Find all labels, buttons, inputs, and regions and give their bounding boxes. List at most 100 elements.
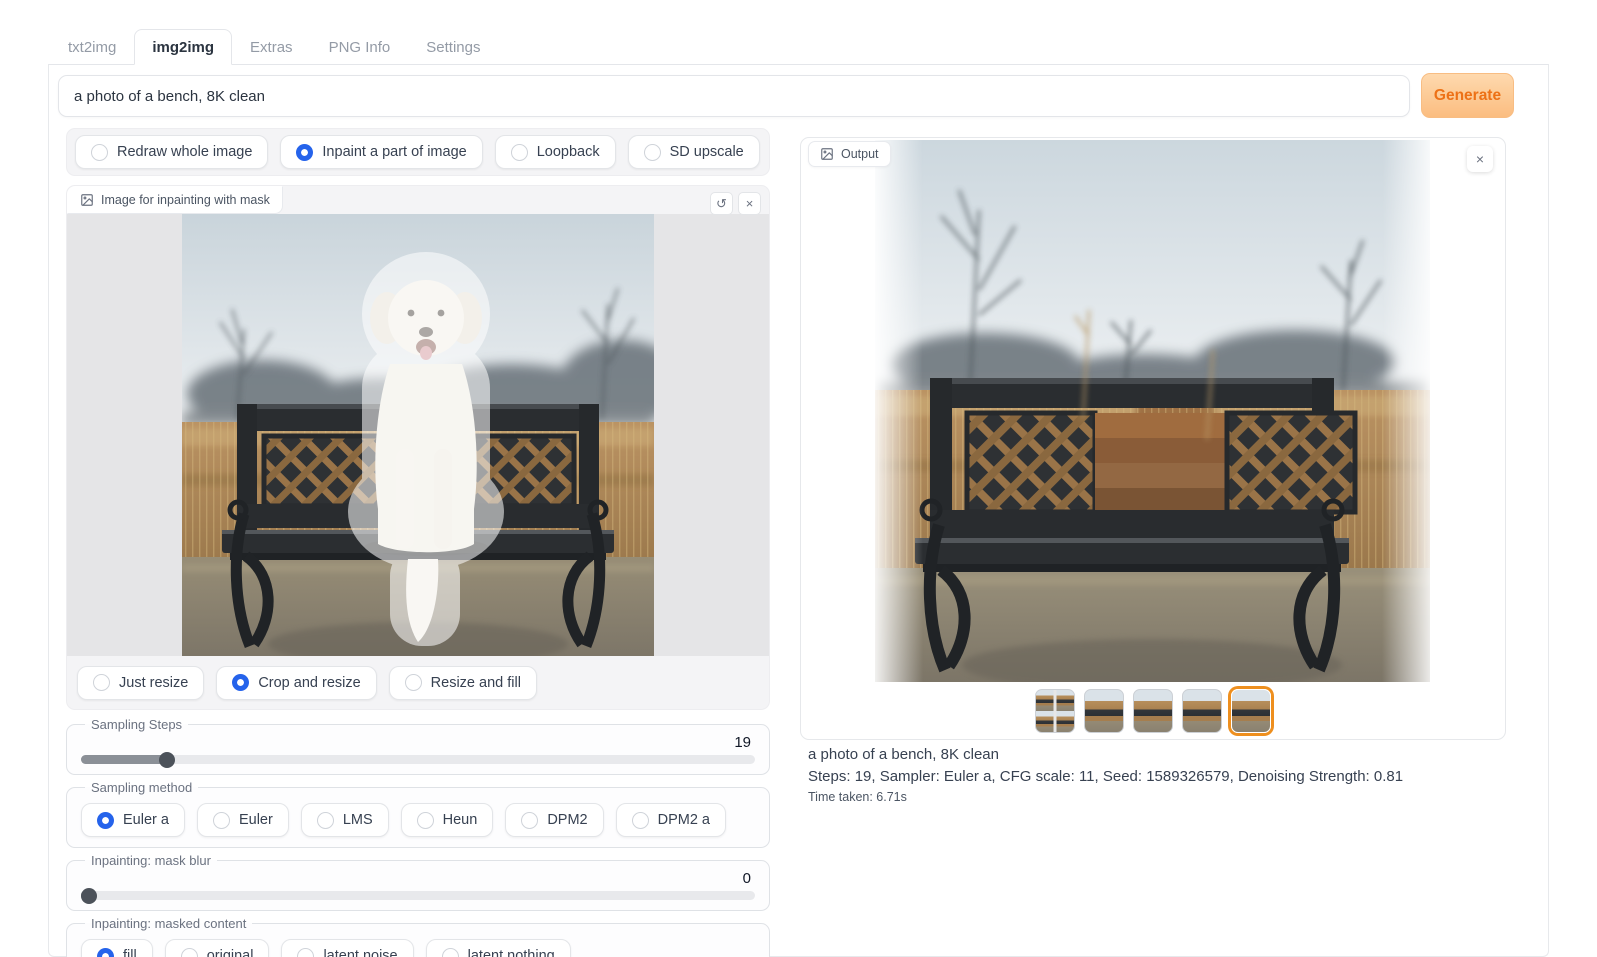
thumbnail-grid[interactable] [1035, 689, 1075, 733]
radio-icon [521, 812, 538, 829]
image-icon [820, 147, 834, 161]
tab-txt2img[interactable]: txt2img [50, 29, 134, 65]
masked-content-option-original[interactable]: original [165, 939, 270, 957]
img2img-mode-group: Redraw whole image Inpaint a part of ima… [66, 128, 770, 176]
resize-option-label: Resize and fill [431, 675, 521, 691]
output-thumbnail-row [1035, 689, 1271, 733]
image-icon [80, 193, 94, 207]
thumbnail-2[interactable] [1133, 689, 1173, 733]
slider-handle[interactable] [159, 752, 175, 768]
masked-content-option-label: latent noise [323, 948, 397, 957]
resize-option-just-resize[interactable]: Just resize [77, 666, 204, 700]
radio-icon [644, 144, 661, 161]
sampler-option-label: DPM2 [547, 812, 587, 828]
masked-content-option-latent-nothing[interactable]: latent nothing [426, 939, 571, 957]
mode-option-redraw-whole-image[interactable]: Redraw whole image [75, 135, 268, 169]
output-panel-header: Output [808, 141, 891, 167]
radio-icon [297, 948, 314, 957]
masked-content-option-fill[interactable]: fill [81, 939, 153, 957]
radio-selected-icon [97, 948, 114, 957]
radio-icon [91, 144, 108, 161]
masked-content-label: Inpainting: masked content [85, 916, 252, 931]
radio-icon [511, 144, 528, 161]
radio-icon [417, 812, 434, 829]
slider-handle[interactable] [81, 888, 97, 904]
inpaint-image-panel: Image for inpainting with mask ↺ × [66, 185, 770, 710]
mode-option-inpaint-part[interactable]: Inpaint a part of image [280, 135, 482, 169]
sampling-steps-slider[interactable] [81, 755, 755, 764]
sampler-option-heun[interactable]: Heun [401, 803, 494, 837]
close-icon[interactable]: × [738, 192, 761, 215]
sampling-steps-group: Sampling Steps 19 [66, 717, 770, 775]
inpaint-image-label: Image for inpainting with mask [101, 193, 270, 207]
sd-webui-app: txt2img img2img Extras PNG Info Settings… [0, 0, 1597, 957]
undo-icon[interactable]: ↺ [710, 192, 733, 215]
sampling-method-group: Sampling method Euler a Euler LMS Heun [66, 780, 770, 848]
radio-icon [317, 812, 334, 829]
close-icon[interactable]: × [1467, 146, 1493, 172]
tab-extras[interactable]: Extras [232, 29, 311, 65]
radio-icon [405, 674, 422, 691]
sampler-option-dpm2[interactable]: DPM2 [505, 803, 603, 837]
resize-option-crop-and-resize[interactable]: Crop and resize [216, 666, 376, 700]
thumbnail-4-selected[interactable] [1231, 689, 1271, 733]
generation-prompt-text: a photo of a bench, 8K clean [808, 746, 1508, 763]
mask-blur-label: Inpainting: mask blur [85, 853, 217, 868]
tab-png-info[interactable]: PNG Info [311, 29, 409, 65]
inpaint-image-tools: ↺ × [710, 192, 761, 215]
resize-mode-group: Just resize Crop and resize Resize and f… [67, 656, 769, 709]
thumbnail-3[interactable] [1182, 689, 1222, 733]
mode-option-label: Inpaint a part of image [322, 144, 466, 160]
tab-settings[interactable]: Settings [408, 29, 498, 65]
mode-option-sd-upscale[interactable]: SD upscale [628, 135, 760, 169]
resize-option-resize-and-fill[interactable]: Resize and fill [389, 666, 537, 700]
mode-option-label: Loopback [537, 144, 600, 160]
slider-fill [81, 755, 167, 764]
radio-selected-icon [97, 812, 114, 829]
radio-icon [213, 812, 230, 829]
radio-selected-icon [296, 144, 313, 161]
generate-button[interactable]: Generate [1421, 73, 1514, 118]
sampling-steps-value: 19 [81, 734, 755, 751]
generation-time-text: Time taken: 6.71s [808, 790, 1508, 804]
sampling-steps-label: Sampling Steps [85, 717, 188, 732]
masked-content-options: fill original latent noise latent nothin… [81, 939, 755, 957]
resize-option-label: Crop and resize [258, 675, 360, 691]
thumbnail-1[interactable] [1084, 689, 1124, 733]
sampler-option-label: Euler a [123, 812, 169, 828]
generation-params-text: Steps: 19, Sampler: Euler a, CFG scale: … [808, 768, 1508, 785]
masked-content-option-label: latent nothing [468, 948, 555, 957]
masked-content-option-label: fill [123, 948, 137, 957]
output-panel: Output × [800, 137, 1506, 740]
masked-content-option-latent-noise[interactable]: latent noise [281, 939, 413, 957]
radio-icon [632, 812, 649, 829]
mode-option-loopback[interactable]: Loopback [495, 135, 616, 169]
sampler-option-label: LMS [343, 812, 373, 828]
mode-option-label: SD upscale [670, 144, 744, 160]
radio-icon [442, 948, 459, 957]
mask-blur-value: 0 [81, 870, 755, 887]
sampler-option-lms[interactable]: LMS [301, 803, 389, 837]
inpaint-image-panel-header: Image for inpainting with mask [67, 186, 283, 214]
output-image-wrap [875, 140, 1430, 682]
sampler-option-label: DPM2 a [658, 812, 710, 828]
tab-img2img[interactable]: img2img [134, 29, 232, 65]
tab-bar: txt2img img2img Extras PNG Info Settings [50, 29, 498, 65]
radio-selected-icon [232, 674, 249, 691]
masked-content-option-label: original [207, 948, 254, 957]
output-image [875, 140, 1430, 682]
sampler-option-label: Heun [443, 812, 478, 828]
mask-blur-slider[interactable] [81, 891, 755, 900]
inpaint-canvas-image[interactable] [182, 214, 654, 656]
prompt-input[interactable] [58, 75, 1410, 117]
sampler-option-label: Euler [239, 812, 273, 828]
radio-icon [93, 674, 110, 691]
sampling-method-label: Sampling method [85, 780, 198, 795]
img2img-settings-column: Redraw whole image Inpaint a part of ima… [66, 128, 770, 957]
sampling-method-options: Euler a Euler LMS Heun DPM2 [81, 803, 755, 837]
sampler-option-euler-a[interactable]: Euler a [81, 803, 185, 837]
sampler-option-euler[interactable]: Euler [197, 803, 289, 837]
sampler-option-dpm2-a[interactable]: DPM2 a [616, 803, 726, 837]
mask-blur-group: Inpainting: mask blur 0 [66, 853, 770, 911]
mode-option-label: Redraw whole image [117, 144, 252, 160]
